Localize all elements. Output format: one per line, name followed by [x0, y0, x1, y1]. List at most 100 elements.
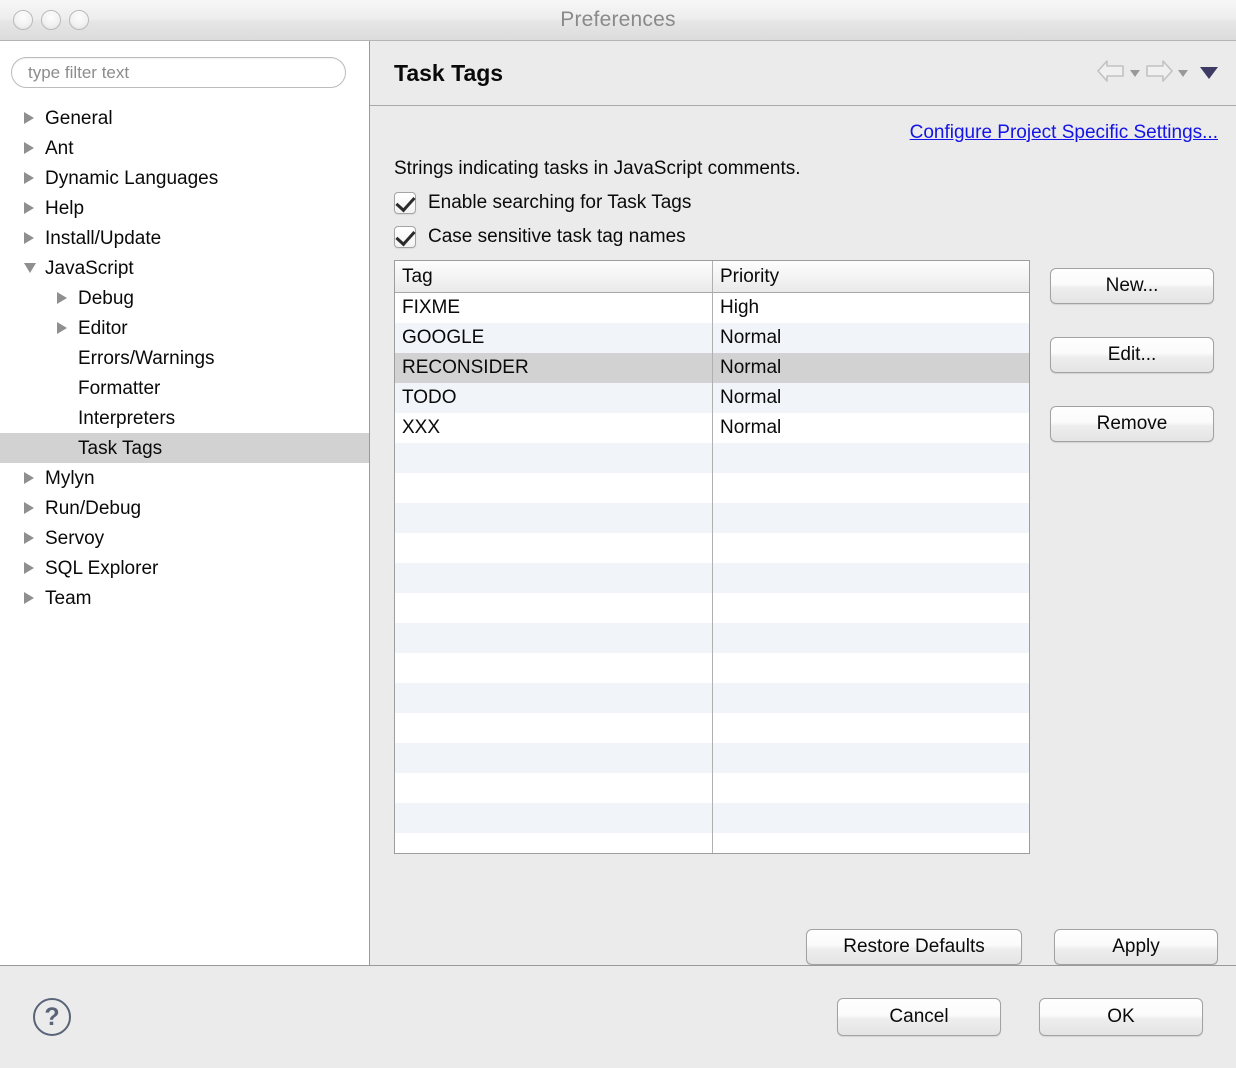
sidebar-item-dynamic-languages[interactable]: Dynamic Languages [0, 163, 369, 193]
table-row[interactable]: RECONSIDER Normal [395, 353, 1029, 383]
chevron-right-icon[interactable] [24, 202, 40, 214]
table-row[interactable]: XXX Normal [395, 413, 1029, 443]
chevron-right-icon[interactable] [24, 142, 40, 154]
sidebar-item-label: Errors/Warnings [78, 347, 215, 369]
table-row[interactable]: TODO Normal [395, 383, 1029, 413]
table-row-empty[interactable] [395, 503, 1029, 533]
checkbox-enable-searching[interactable] [394, 192, 416, 214]
checkbox-group: Enable searching for Task Tags Case sensi… [394, 192, 1218, 260]
cell-priority-empty [713, 623, 1029, 653]
chevron-right-icon[interactable] [57, 292, 73, 304]
chevron-right-icon[interactable] [24, 112, 34, 124]
preferences-window: Preferences General Ant Dynamic Languages H… [0, 0, 1236, 1068]
task-tags-area: Tag Priority FIXME High GOOGLE Normal RECONS… [394, 260, 1218, 911]
sidebar-item-formatter[interactable]: Formatter [0, 373, 369, 403]
sidebar-item-team[interactable]: Team [0, 583, 369, 613]
table-row-empty[interactable] [395, 533, 1029, 563]
checkbox-row[interactable]: Enable searching for Task Tags [394, 192, 1218, 214]
question-mark-icon[interactable]: ? [33, 998, 71, 1036]
chevron-right-icon[interactable] [24, 142, 34, 154]
new-button[interactable]: New... [1050, 268, 1214, 304]
configure-project-specific-settings-link[interactable]: Configure Project Specific Settings... [910, 122, 1218, 144]
task-tags-table[interactable]: Tag Priority FIXME High GOOGLE Normal RECONS… [394, 260, 1030, 854]
column-header-priority[interactable]: Priority [713, 261, 1029, 292]
chevron-right-icon[interactable] [24, 532, 34, 544]
chevron-right-icon[interactable] [24, 232, 34, 244]
apply-button[interactable]: Apply [1054, 929, 1218, 965]
table-row-empty[interactable] [395, 743, 1029, 773]
arrow-right-icon[interactable] [1144, 58, 1174, 89]
table-row[interactable]: GOOGLE Normal [395, 323, 1029, 353]
ok-button[interactable]: OK [1039, 998, 1203, 1036]
table-row[interactable]: FIXME High [395, 293, 1029, 323]
sidebar-item-ant[interactable]: Ant [0, 133, 369, 163]
table-row-empty[interactable] [395, 563, 1029, 593]
back-navigation[interactable] [1096, 58, 1140, 89]
cell-priority-empty [713, 653, 1029, 683]
table-row-empty[interactable] [395, 623, 1029, 653]
table-row-empty[interactable] [395, 803, 1029, 833]
remove-button[interactable]: Remove [1050, 406, 1214, 442]
back-menu-chevron-down-icon[interactable] [1130, 69, 1140, 77]
sidebar-item-task-tags[interactable]: Task Tags [0, 433, 369, 463]
chevron-right-icon[interactable] [24, 232, 40, 244]
chevron-right-icon[interactable] [24, 172, 34, 184]
chevron-right-icon[interactable] [24, 562, 40, 574]
chevron-right-icon[interactable] [24, 472, 34, 484]
chevron-right-icon[interactable] [24, 172, 40, 184]
chevron-right-icon[interactable] [24, 502, 34, 514]
chevron-right-icon[interactable] [24, 202, 34, 214]
chevron-right-icon[interactable] [24, 592, 34, 604]
cell-tag: TODO [395, 383, 713, 413]
triangle-down-icon[interactable] [1200, 67, 1218, 79]
chevron-right-icon[interactable] [24, 502, 40, 514]
table-row-empty[interactable] [395, 773, 1029, 803]
filter-input[interactable] [11, 57, 346, 88]
sidebar-item-javascript[interactable]: JavaScript [0, 253, 369, 283]
cancel-button[interactable]: Cancel [837, 998, 1001, 1036]
page-description: Strings indicating tasks in JavaScript c… [394, 158, 801, 179]
table-row-empty[interactable] [395, 443, 1029, 473]
edit-button[interactable]: Edit... [1050, 337, 1214, 373]
chevron-right-icon[interactable] [57, 322, 73, 334]
chevron-right-icon[interactable] [57, 292, 67, 304]
table-row-empty[interactable] [395, 593, 1029, 623]
chevron-right-icon[interactable] [24, 562, 34, 574]
chevron-right-icon[interactable] [24, 112, 40, 124]
cell-priority-empty [713, 503, 1029, 533]
forward-navigation[interactable] [1144, 58, 1188, 89]
checkbox-label: Case sensitive task tag names [428, 226, 686, 247]
table-row-empty[interactable] [395, 653, 1029, 683]
chevron-right-icon[interactable] [57, 322, 67, 334]
sidebar-item-install-update[interactable]: Install/Update [0, 223, 369, 253]
sidebar-item-label: Help [45, 197, 85, 219]
cell-tag-empty [395, 563, 713, 593]
forward-menu-chevron-down-icon[interactable] [1178, 69, 1188, 77]
sidebar-item-general[interactable]: General [0, 103, 369, 133]
sidebar-item-editor[interactable]: Editor [0, 313, 369, 343]
sidebar-item-mylyn[interactable]: Mylyn [0, 463, 369, 493]
arrow-left-icon[interactable] [1096, 58, 1126, 89]
checkbox-row[interactable]: Case sensitive task tag names [394, 226, 1218, 248]
table-row-empty[interactable] [395, 473, 1029, 503]
column-header-tag[interactable]: Tag [395, 261, 713, 292]
sidebar-item-servoy[interactable]: Servoy [0, 523, 369, 553]
sidebar-item-errors-warnings[interactable]: Errors/Warnings [0, 343, 369, 373]
checkbox-case-sensitive[interactable] [394, 226, 416, 248]
table-row-empty[interactable] [395, 713, 1029, 743]
sidebar-item-debug[interactable]: Debug [0, 283, 369, 313]
chevron-right-icon[interactable] [24, 592, 40, 604]
table-row-empty[interactable] [395, 683, 1029, 713]
sidebar-item-interpreters[interactable]: Interpreters [0, 403, 369, 433]
table-action-buttons: New... Edit... Remove [1050, 260, 1214, 911]
chevron-down-icon[interactable] [24, 263, 40, 273]
chevron-right-icon[interactable] [24, 472, 40, 484]
restore-defaults-button[interactable]: Restore Defaults [806, 929, 1022, 965]
chevron-right-icon[interactable] [24, 532, 40, 544]
sidebar-item-run-debug[interactable]: Run/Debug [0, 493, 369, 523]
chevron-down-icon[interactable] [24, 263, 36, 273]
sidebar-item-label: Install/Update [45, 227, 162, 249]
table-row-empty[interactable] [395, 833, 1029, 853]
sidebar-item-help[interactable]: Help [0, 193, 369, 223]
sidebar-item-sql-explorer[interactable]: SQL Explorer [0, 553, 369, 583]
